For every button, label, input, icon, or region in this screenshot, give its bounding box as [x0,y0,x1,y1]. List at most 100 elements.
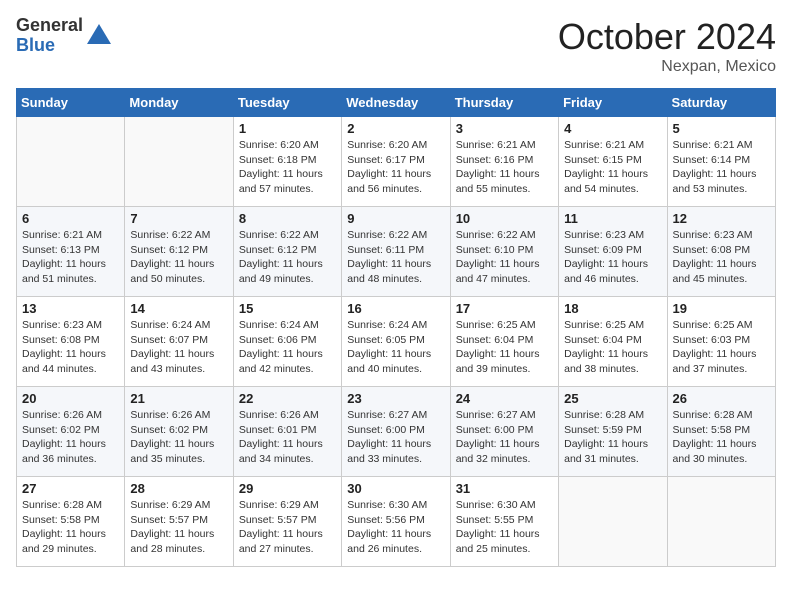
day-cell-4: 4 Sunrise: 6:21 AMSunset: 6:15 PMDaylight… [559,117,667,207]
day-number: 28 [130,481,227,496]
day-info: Sunrise: 6:26 AMSunset: 6:01 PMDaylight:… [239,408,336,467]
day-cell-6: 6Sunrise: 6:21 AMSunset: 6:13 PMDaylight… [17,207,125,297]
empty-cell [559,477,667,567]
day-number: 19 [673,301,770,316]
header-cell-saturday: Saturday [667,89,775,117]
day-info: Sunrise: 6:25 AMSunset: 6:04 PMDaylight:… [564,318,661,377]
day-info: Sunrise: 6:28 AMSunset: 5:58 PMDaylight:… [22,498,119,557]
day-info: Sunrise: 6:28 AMSunset: 5:58 PMDaylight:… [673,408,770,467]
day-info: Sunrise: 6:26 AMSunset: 6:02 PMDaylight:… [22,408,119,467]
day-number: 22 [239,391,336,406]
day-number: 18 [564,301,661,316]
header-cell-thursday: Thursday [450,89,558,117]
day-info: Sunrise: 6:24 AMSunset: 6:07 PMDaylight:… [130,318,227,377]
calendar-header: SundayMondayTuesdayWednesdayThursdayFrid… [17,89,776,117]
day-info: Sunrise: 6:30 AMSunset: 5:56 PMDaylight:… [347,498,444,557]
day-info: Sunrise: 6:29 AMSunset: 5:57 PMDaylight:… [239,498,336,557]
logo-icon [85,22,113,50]
day-number: 8 [239,211,336,226]
day-info: Sunrise: 6:24 AMSunset: 6:05 PMDaylight:… [347,318,444,377]
day-number: 30 [347,481,444,496]
logo-general: General [16,16,83,36]
day-cell-26: 26 Sunrise: 6:28 AMSunset: 5:58 PMDayligh… [667,387,775,477]
day-info: Sunrise: 6:27 AMSunset: 6:00 PMDaylight:… [347,408,444,467]
day-number: 16 [347,301,444,316]
day-number: 9 [347,211,444,226]
day-info: Sunrise: 6:28 AMSunset: 5:59 PMDaylight:… [564,408,661,467]
page-header: General Blue October 2024 Nexpan, Mexico [16,16,776,76]
day-number: 12 [673,211,770,226]
day-cell-31: 31Sunrise: 6:30 AMSunset: 5:55 PMDayligh… [450,477,558,567]
day-info: Sunrise: 6:23 AMSunset: 6:09 PMDaylight:… [564,228,661,287]
day-cell-12: 12 Sunrise: 6:23 AMSunset: 6:08 PMDayligh… [667,207,775,297]
day-cell-1: 1 Sunrise: 6:20 AMSunset: 6:18 PMDaylight… [233,117,341,207]
day-cell-11: 11 Sunrise: 6:23 AMSunset: 6:09 PMDayligh… [559,207,667,297]
day-info: Sunrise: 6:21 AMSunset: 6:14 PMDaylight:… [673,138,770,197]
calendar-body: 1 Sunrise: 6:20 AMSunset: 6:18 PMDaylight… [17,117,776,567]
day-info: Sunrise: 6:30 AMSunset: 5:55 PMDaylight:… [456,498,553,557]
header-cell-tuesday: Tuesday [233,89,341,117]
day-cell-27: 27 Sunrise: 6:28 AMSunset: 5:58 PMDayligh… [17,477,125,567]
day-info: Sunrise: 6:22 AMSunset: 6:12 PMDaylight:… [239,228,336,287]
logo: General Blue [16,16,113,56]
day-cell-9: 9Sunrise: 6:22 AMSunset: 6:11 PMDaylight… [342,207,450,297]
empty-cell [667,477,775,567]
day-cell-7: 7Sunrise: 6:22 AMSunset: 6:12 PMDaylight… [125,207,233,297]
header-row: SundayMondayTuesdayWednesdayThursdayFrid… [17,89,776,117]
day-info: Sunrise: 6:22 AMSunset: 6:10 PMDaylight:… [456,228,553,287]
location: Nexpan, Mexico [558,58,776,76]
day-info: Sunrise: 6:26 AMSunset: 6:02 PMDaylight:… [130,408,227,467]
day-cell-20: 20 Sunrise: 6:26 AMSunset: 6:02 PMDayligh… [17,387,125,477]
day-cell-21: 21 Sunrise: 6:26 AMSunset: 6:02 PMDayligh… [125,387,233,477]
week-row-1: 1 Sunrise: 6:20 AMSunset: 6:18 PMDaylight… [17,117,776,207]
day-number: 14 [130,301,227,316]
day-cell-25: 25 Sunrise: 6:28 AMSunset: 5:59 PMDayligh… [559,387,667,477]
day-cell-8: 8 Sunrise: 6:22 AMSunset: 6:12 PMDaylight… [233,207,341,297]
day-info: Sunrise: 6:21 AMSunset: 6:15 PMDaylight:… [564,138,661,197]
day-info: Sunrise: 6:29 AMSunset: 5:57 PMDaylight:… [130,498,227,557]
day-cell-24: 24Sunrise: 6:27 AMSunset: 6:00 PMDayligh… [450,387,558,477]
day-number: 3 [456,121,553,136]
day-number: 23 [347,391,444,406]
day-cell-17: 17 Sunrise: 6:25 AMSunset: 6:04 PMDayligh… [450,297,558,387]
day-info: Sunrise: 6:27 AMSunset: 6:00 PMDaylight:… [456,408,553,467]
day-number: 15 [239,301,336,316]
day-info: Sunrise: 6:23 AMSunset: 6:08 PMDaylight:… [22,318,119,377]
day-number: 4 [564,121,661,136]
day-cell-15: 15Sunrise: 6:24 AMSunset: 6:06 PMDayligh… [233,297,341,387]
week-row-4: 20 Sunrise: 6:26 AMSunset: 6:02 PMDayligh… [17,387,776,477]
day-number: 11 [564,211,661,226]
week-row-3: 13 Sunrise: 6:23 AMSunset: 6:08 PMDayligh… [17,297,776,387]
day-cell-28: 28 Sunrise: 6:29 AMSunset: 5:57 PMDayligh… [125,477,233,567]
day-cell-2: 2 Sunrise: 6:20 AMSunset: 6:17 PMDaylight… [342,117,450,207]
day-cell-13: 13 Sunrise: 6:23 AMSunset: 6:08 PMDayligh… [17,297,125,387]
day-info: Sunrise: 6:25 AMSunset: 6:03 PMDaylight:… [673,318,770,377]
day-number: 2 [347,121,444,136]
day-info: Sunrise: 6:25 AMSunset: 6:04 PMDaylight:… [456,318,553,377]
day-cell-19: 19 Sunrise: 6:25 AMSunset: 6:03 PMDayligh… [667,297,775,387]
day-cell-29: 29Sunrise: 6:29 AMSunset: 5:57 PMDayligh… [233,477,341,567]
day-cell-18: 18 Sunrise: 6:25 AMSunset: 6:04 PMDayligh… [559,297,667,387]
empty-cell [17,117,125,207]
day-cell-5: 5Sunrise: 6:21 AMSunset: 6:14 PMDaylight… [667,117,775,207]
day-number: 20 [22,391,119,406]
header-cell-sunday: Sunday [17,89,125,117]
day-cell-30: 30 Sunrise: 6:30 AMSunset: 5:56 PMDayligh… [342,477,450,567]
day-info: Sunrise: 6:23 AMSunset: 6:08 PMDaylight:… [673,228,770,287]
day-number: 25 [564,391,661,406]
day-info: Sunrise: 6:21 AMSunset: 6:13 PMDaylight:… [22,228,119,287]
title-block: October 2024 Nexpan, Mexico [558,16,776,76]
day-cell-3: 3Sunrise: 6:21 AMSunset: 6:16 PMDaylight… [450,117,558,207]
day-number: 10 [456,211,553,226]
day-number: 26 [673,391,770,406]
day-number: 1 [239,121,336,136]
day-number: 27 [22,481,119,496]
day-info: Sunrise: 6:20 AMSunset: 6:17 PMDaylight:… [347,138,444,197]
header-cell-wednesday: Wednesday [342,89,450,117]
day-info: Sunrise: 6:20 AMSunset: 6:18 PMDaylight:… [239,138,336,197]
day-number: 21 [130,391,227,406]
day-number: 17 [456,301,553,316]
month-title: October 2024 [558,16,776,58]
logo-text: General Blue [16,16,83,56]
day-number: 13 [22,301,119,316]
